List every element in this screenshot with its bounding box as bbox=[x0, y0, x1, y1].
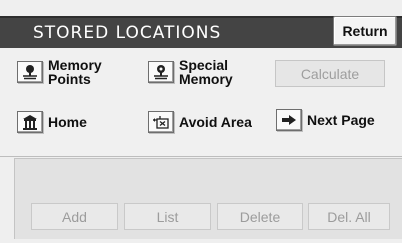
delete-button[interactable]: Delete bbox=[217, 203, 303, 230]
action-panel: Add List Delete Del. All bbox=[14, 158, 402, 239]
avoid-area-icon bbox=[148, 111, 174, 133]
memory-points-label-line1: Memory bbox=[48, 57, 102, 73]
special-memory-label-line1: Special bbox=[179, 57, 229, 73]
next-page-label: Next Page bbox=[307, 112, 375, 128]
avoid-area-label: Avoid Area bbox=[179, 114, 252, 130]
memory-points-button[interactable]: Memory Points bbox=[17, 58, 102, 86]
list-button[interactable]: List bbox=[124, 203, 211, 230]
special-memory-button[interactable]: Special Memory bbox=[148, 58, 233, 86]
calculate-button[interactable]: Calculate bbox=[275, 60, 385, 87]
home-button[interactable]: Home bbox=[17, 111, 87, 133]
delete-all-button[interactable]: Del. All bbox=[308, 203, 390, 230]
home-label: Home bbox=[48, 114, 87, 130]
page-title: STORED LOCATIONS bbox=[33, 23, 222, 43]
home-icon bbox=[17, 111, 43, 133]
memory-points-label-line2: Points bbox=[48, 71, 91, 87]
menu-area: Memory Points Special Memory Calculate H… bbox=[0, 48, 402, 157]
avoid-area-button[interactable]: Avoid Area bbox=[148, 111, 252, 133]
screen: STORED LOCATIONS Return Memory Points Sp… bbox=[0, 0, 402, 243]
memory-pin-icon bbox=[17, 61, 43, 83]
next-page-button[interactable]: Next Page bbox=[276, 109, 375, 131]
special-memory-label-line2: Memory bbox=[179, 71, 233, 87]
return-button[interactable]: Return bbox=[333, 16, 397, 46]
right-arrow-icon bbox=[276, 109, 302, 131]
add-button[interactable]: Add bbox=[31, 203, 118, 230]
special-memory-pin-icon bbox=[148, 61, 174, 83]
